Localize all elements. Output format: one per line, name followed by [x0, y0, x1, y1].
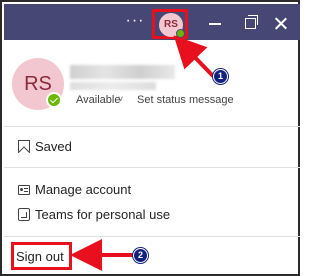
menu-item-teams-personal[interactable]: Teams for personal use — [4, 203, 300, 227]
sign-out-highlight — [11, 242, 72, 270]
menu-item-manage-account[interactable]: Manage account — [4, 178, 300, 202]
bookmark-icon — [18, 140, 30, 153]
divider — [4, 126, 300, 127]
profile-email-blurred — [70, 82, 156, 90]
profile-name-blurred — [70, 65, 175, 79]
chevron-down-icon[interactable]: ˅ — [118, 94, 123, 104]
availability-dropdown[interactable]: Available — [76, 94, 120, 106]
account-card-icon — [18, 185, 30, 195]
divider — [4, 236, 300, 237]
menu-item-manage-account-label: Manage account — [35, 182, 132, 197]
restore-icon[interactable] — [245, 15, 258, 29]
step-badge-1: 1 — [213, 69, 228, 84]
menu-item-teams-personal-label: Teams for personal use — [35, 207, 171, 222]
close-icon[interactable] — [274, 16, 288, 30]
titlebar-status-icon — [176, 29, 185, 38]
more-options-icon[interactable]: ··· — [125, 13, 145, 29]
divider — [4, 167, 300, 168]
available-status-icon — [46, 92, 62, 108]
set-status-message-link[interactable]: Set status message — [137, 94, 234, 106]
title-bar: ··· RS — [4, 4, 300, 40]
step-badge-2: 2 — [133, 248, 148, 263]
menu-item-saved-label: Saved — [35, 139, 72, 154]
profile-avatar-highlight: RS — [152, 9, 188, 39]
minimize-icon[interactable] — [209, 23, 221, 25]
teams-account-panel: ··· RS RS Available ˅ Set status message… — [0, 0, 300, 276]
menu-item-saved[interactable]: Saved — [4, 135, 300, 159]
open-external-icon — [18, 208, 30, 221]
